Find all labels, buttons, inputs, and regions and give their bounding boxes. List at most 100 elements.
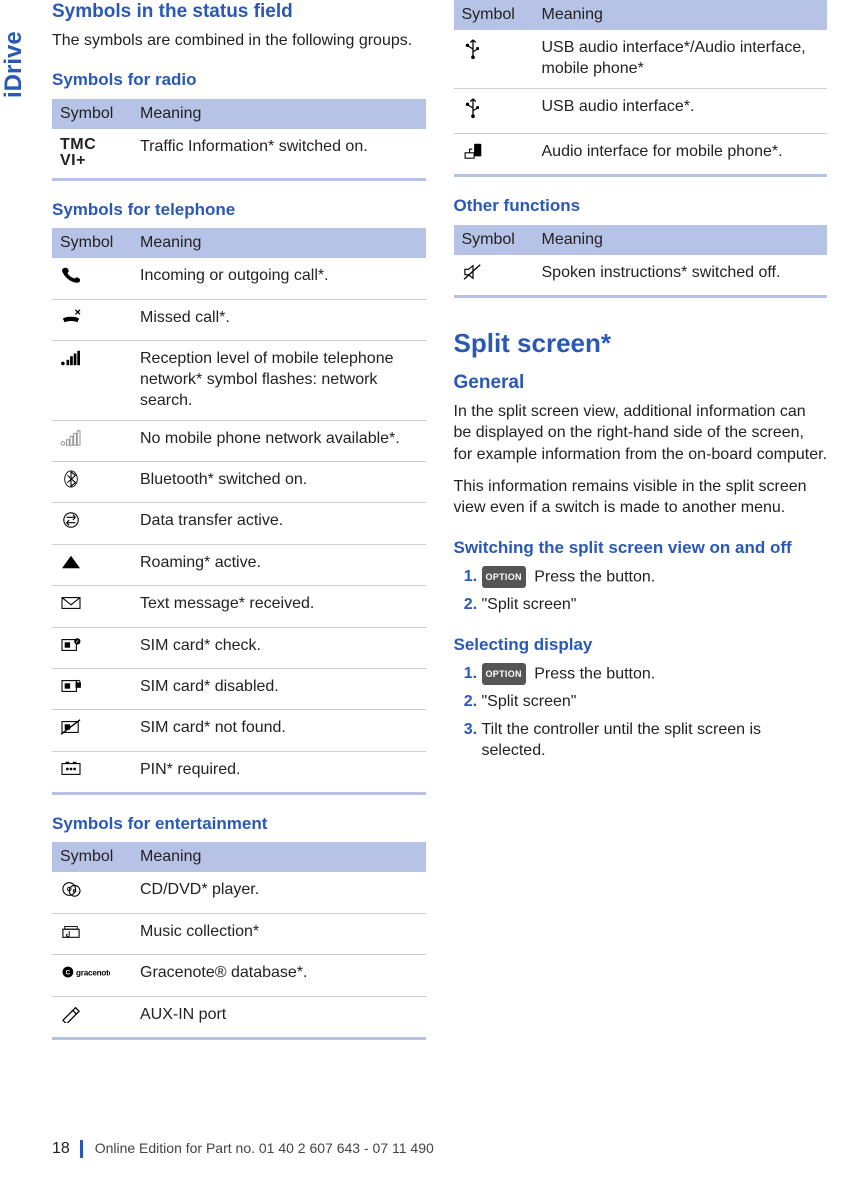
table-radio: Symbol Meaning TMC VI+ Traffic Informati… [52, 99, 426, 182]
table-header-row: Symbol Meaning [454, 225, 828, 255]
table-row: Spoken instructions* switched off. [454, 255, 828, 297]
usb-trident-icon [454, 30, 534, 88]
cell-meaning: Incoming or outgoing call*. [132, 258, 426, 299]
sim-check-icon: ✓ [52, 627, 132, 668]
th-meaning: Meaning [132, 99, 426, 129]
roaming-triangle-icon [52, 544, 132, 585]
option-button-icon: OPTION [482, 663, 526, 685]
table-row: Incoming or outgoing call*. [52, 258, 426, 299]
usb-trident-icon [454, 88, 534, 133]
sim-lock-icon [52, 668, 132, 709]
table-entertainment-1: Symbol Meaning CD/DVD* player. [52, 842, 426, 1040]
envelope-icon [52, 586, 132, 627]
cell-meaning: USB audio interface*. [534, 88, 828, 133]
left-column: Symbols in the status field The symbols … [52, 0, 426, 1050]
heading-switching: Switching the split screen view on and o… [454, 537, 828, 558]
table-row: USB audio interface*/Audio interface, mo… [454, 30, 828, 88]
table-row: USB audio interface*. [454, 88, 828, 133]
table-row: Reception level of mobile telephone netw… [52, 341, 426, 420]
side-tab-idrive: iDrive [0, 0, 34, 100]
cell-meaning: Traffic Information* switched on. [132, 129, 426, 180]
bluetooth-icon [52, 462, 132, 503]
general-paragraph-1: In the split screen view, additional inf… [454, 401, 828, 466]
table-row: Roaming* active. [52, 544, 426, 585]
data-transfer-icon [52, 503, 132, 544]
table-header-row: Symbol Meaning [454, 0, 828, 30]
step-text: Press the button. [530, 665, 655, 682]
gracenote-icon: Cgracenote. [52, 955, 132, 996]
table-row: Cgracenote. Gracenote® database*. [52, 955, 426, 996]
th-meaning: Meaning [132, 842, 426, 872]
th-symbol: Symbol [52, 842, 132, 872]
cell-meaning: Bluetooth* switched on. [132, 462, 426, 503]
general-paragraph-2: This information remains visible in the … [454, 476, 828, 519]
two-column-layout: Symbols in the status field The symbols … [52, 0, 827, 1050]
sim-not-found-icon [52, 710, 132, 751]
aux-jack-icon [52, 996, 132, 1038]
signal-bars-icon [52, 341, 132, 420]
cell-meaning: Missed call*. [132, 299, 426, 340]
page-number: 18 [52, 1140, 83, 1158]
cell-meaning: Spoken instructions* switched off. [534, 255, 828, 297]
table-row: Missed call*. [52, 299, 426, 340]
music-collection-icon [52, 913, 132, 954]
table-row: No mobile phone network available*. [52, 420, 426, 461]
th-symbol: Symbol [454, 225, 534, 255]
page-footer: 18 Online Edition for Part no. 01 40 2 6… [52, 1140, 827, 1158]
table-row: PIN* required. [52, 751, 426, 793]
svg-text:✓: ✓ [75, 639, 79, 644]
table-telephone: Symbol Meaning Incoming or outgoing call… [52, 228, 426, 795]
list-item: "Split screen" [482, 594, 828, 616]
th-symbol: Symbol [52, 228, 132, 258]
table-row: Audio interface for mobile phone*. [454, 133, 828, 175]
table-header-row: Symbol Meaning [52, 99, 426, 129]
cell-meaning: No mobile phone network available*. [132, 420, 426, 461]
cell-meaning: Text message* received. [132, 586, 426, 627]
cell-meaning: Roaming* active. [132, 544, 426, 585]
cell-meaning: SIM card* disabled. [132, 668, 426, 709]
cell-meaning: Data transfer active. [132, 503, 426, 544]
table-row: Text message* received. [52, 586, 426, 627]
heading-split-screen: Split screen* [454, 328, 828, 359]
cell-meaning: Gracenote® database*. [132, 955, 426, 996]
option-button-icon: OPTION [482, 566, 526, 588]
manual-page: iDrive Symbols in the status field The s… [0, 0, 859, 1182]
table-row: TMC VI+ Traffic Information* switched on… [52, 129, 426, 180]
heading-other-functions: Other functions [454, 195, 828, 216]
cell-meaning: SIM card* not found. [132, 710, 426, 751]
heading-symbols-entertainment: Symbols for entertainment [52, 813, 426, 834]
table-row: Music collection* [52, 913, 426, 954]
cell-meaning: SIM card* check. [132, 627, 426, 668]
cd-dvd-icon [52, 872, 132, 913]
svg-text:gracenote.: gracenote. [76, 969, 110, 978]
th-symbol: Symbol [454, 0, 534, 30]
svg-text:C: C [66, 970, 71, 977]
cell-meaning: CD/DVD* player. [132, 872, 426, 913]
list-item: OPTION Press the button. [482, 566, 828, 588]
th-symbol: Symbol [52, 99, 132, 129]
table-row: CD/DVD* player. [52, 872, 426, 913]
list-item: "Split screen" [482, 691, 828, 713]
table-entertainment-2: Symbol Meaning USB audio interface*/Audi… [454, 0, 828, 177]
th-meaning: Meaning [132, 228, 426, 258]
heading-general: General [454, 371, 828, 395]
table-row: Data transfer active. [52, 503, 426, 544]
phone-call-icon [52, 258, 132, 299]
table-header-row: Symbol Meaning [52, 842, 426, 872]
th-meaning: Meaning [534, 0, 828, 30]
cell-meaning: AUX-IN port [132, 996, 426, 1038]
cell-meaning: PIN* required. [132, 751, 426, 793]
th-meaning: Meaning [534, 225, 828, 255]
table-row: ✓ SIM card* check. [52, 627, 426, 668]
table-row: AUX-IN port [52, 996, 426, 1038]
table-row: SIM card* disabled. [52, 668, 426, 709]
sim-pin-icon [52, 751, 132, 793]
edition-text: Online Edition for Part no. 01 40 2 607 … [95, 1140, 434, 1156]
table-row: Bluetooth* switched on. [52, 462, 426, 503]
intro-text: The symbols are combined in the followin… [52, 30, 426, 52]
heading-symbols-telephone: Symbols for telephone [52, 199, 426, 220]
list-item: Tilt the controller until the split scre… [482, 719, 828, 762]
tmc-icon: TMC VI+ [52, 129, 132, 180]
table-other: Symbol Meaning Spoken instructions* swit… [454, 225, 828, 298]
heading-selecting: Selecting display [454, 634, 828, 655]
